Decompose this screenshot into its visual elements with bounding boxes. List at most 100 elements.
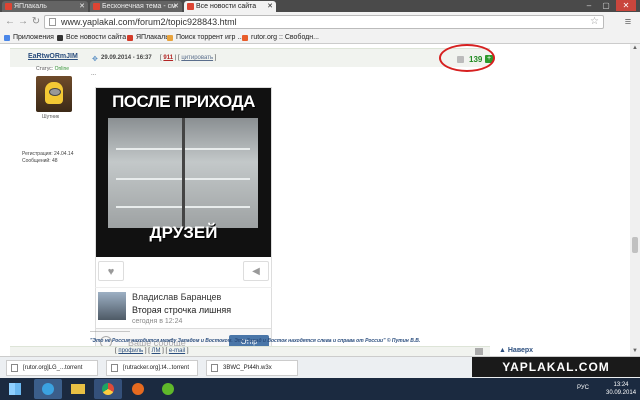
yaplakal-favicon [93, 3, 100, 10]
quote-link[interactable]: цитировать [181, 55, 213, 61]
file-icon [11, 364, 18, 372]
page-icon [49, 18, 56, 26]
taskbar-explorer[interactable] [64, 379, 92, 399]
file-icon [111, 364, 118, 372]
tab-close-icon[interactable]: ✕ [79, 1, 85, 12]
news-icon [57, 35, 63, 41]
maximize-icon[interactable]: ▢ [599, 0, 613, 11]
footer-links: [ профиль ] [ ЛМ ] [ e-mail ] [115, 348, 189, 354]
message-count: Сообщений: 48 [22, 158, 58, 164]
bookmark-star-icon[interactable]: ☆ [590, 16, 599, 28]
scroll-down-arrow-icon[interactable]: ▼ [630, 347, 640, 356]
download-item[interactable]: [rutor.org]LG_...torrent [6, 360, 98, 376]
taskbar-firefox[interactable] [124, 379, 152, 399]
minimize-icon[interactable]: – [582, 0, 596, 11]
forward-icon[interactable]: → [17, 16, 29, 28]
signature-quote: "Это не Россия находится между Западом и… [90, 338, 421, 344]
tab-title: Все новости сайта [196, 3, 257, 10]
bookmark-torrent-search[interactable]: Поиск торрент игр ... [167, 32, 243, 44]
minion-goggle [49, 88, 61, 96]
user-rank: Шутник [42, 114, 60, 120]
tab-title: Бесконечная тема - см [102, 3, 176, 10]
profile-link[interactable]: профиль [118, 348, 143, 354]
post-author-link[interactable]: EaRtwORmJIM [28, 53, 78, 60]
tab-strip: ЯПлакаль ✕ Бесконечная тема - см ✕ Все н… [0, 0, 640, 12]
start-button[interactable] [0, 378, 30, 400]
yaplakal-favicon [127, 35, 133, 41]
user-status: Статус: Online [36, 66, 69, 72]
to-top-label[interactable]: Наверх [508, 347, 533, 354]
to-top-link[interactable]: ▲ Наверх [499, 347, 533, 354]
meme-top-text: ПОСЛЕ ПРИХОДА [112, 92, 255, 111]
post-ellipsis: ... [91, 71, 97, 77]
bookmark-label: rutor.org :: Свободн... [251, 34, 319, 41]
address-bar[interactable]: www.yaplakal.com/forum2/topic928843.html… [44, 15, 604, 29]
download-name: 3BWC_Pt44h.w3x [223, 365, 272, 371]
ie-icon [42, 383, 54, 395]
file-icon [211, 364, 218, 372]
commenter-avatar[interactable] [98, 292, 126, 320]
scroll-top-icon[interactable] [475, 348, 483, 355]
bookmark-rutor[interactable]: rutor.org :: Свободн... [242, 32, 319, 44]
window-controls: – ▢ ✕ [582, 0, 636, 12]
bookmark-yaplakal[interactable]: ЯПлакаль [127, 32, 169, 44]
taskbar-utorrent[interactable] [154, 379, 182, 399]
back-icon[interactable]: ← [4, 16, 16, 28]
tab-infinite-topic[interactable]: Бесконечная тема - см ✕ [90, 1, 182, 12]
tab-close-icon[interactable]: ✕ [173, 1, 179, 12]
browser-toolbar: ← → ↻ www.yaplakal.com/forum2/topic92884… [0, 12, 640, 32]
taskbar-ie[interactable] [34, 379, 62, 399]
menu-icon[interactable]: ≡ [622, 16, 634, 28]
clock-time: 13:24 [613, 382, 629, 388]
meme-actions: ♥ ◀ [95, 257, 272, 287]
bookmark-label: Приложения [13, 34, 54, 41]
signature-separator: -------------------- [90, 329, 130, 335]
heart-icon[interactable]: ♥ [98, 261, 124, 281]
page-scrollbar[interactable]: ▲ ▼ [630, 44, 640, 356]
tab-title: ЯПлакаль [14, 3, 47, 10]
email-link[interactable]: e-mail [169, 348, 185, 354]
scroll-up-arrow-icon[interactable]: ▲ [630, 44, 640, 53]
post-meta: ✥ 29.09.2014 - 16:37 [ 911 | [ цитироват… [92, 55, 217, 63]
chrome-icon [102, 383, 114, 395]
commenter-name[interactable]: Владислав Баранцев [132, 292, 221, 302]
apps-grid-icon [4, 35, 10, 41]
user-stats: Регистрация: 24.04.14 Сообщений: 48 [22, 151, 73, 165]
bookmark-label: Поиск торрент игр ... [176, 34, 244, 41]
bookmark-label: ЯПлакаль [136, 34, 169, 41]
post-header: EaRtwORmJIM ✥ 29.09.2014 - 16:37 [ 911 |… [10, 48, 493, 67]
post-link-icon[interactable]: ✥ [92, 55, 98, 63]
megaphone-icon[interactable]: ◀ [243, 261, 269, 281]
torrent-icon [167, 35, 173, 41]
meme-bottom-text: ДРУЗЕЙ [149, 223, 218, 242]
tab-close-icon[interactable]: ✕ [267, 1, 273, 12]
scroll-thumb[interactable] [632, 237, 638, 253]
tab-all-news[interactable]: Все новости сайта ✕ [184, 1, 276, 12]
reload-icon[interactable]: ↻ [30, 16, 42, 28]
language-indicator[interactable]: РУС [577, 385, 589, 391]
bookmark-apps[interactable]: Приложения [4, 32, 54, 44]
status-label: Статус: [36, 66, 54, 72]
windows-logo-icon [9, 383, 21, 395]
post-footer: [ профиль ] [ ЛМ ] [ e-mail ] [10, 346, 490, 356]
download-item[interactable]: [rutracker.org].t4...torrent [106, 360, 198, 376]
url-text: www.yaplakal.com/forum2/topic928843.html [61, 17, 237, 27]
close-window-icon[interactable]: ✕ [616, 0, 636, 11]
yaplakal-favicon [187, 3, 194, 10]
download-item[interactable]: 3BWC_Pt44h.w3x [206, 360, 298, 376]
bookmark-all-news[interactable]: Все новости сайта [57, 32, 126, 44]
system-tray: РУС 13:24 30.09.2014 [520, 378, 640, 400]
clock[interactable]: 13:24 30.09.2014 [606, 381, 636, 397]
avatar[interactable] [36, 76, 72, 112]
clock-date: 30.09.2014 [606, 390, 637, 396]
tab-yaplakal[interactable]: ЯПлакаль ✕ [2, 1, 88, 12]
page-content: EaRtwORmJIM ✥ 29.09.2014 - 16:37 [ 911 |… [0, 44, 630, 356]
bookmarks-bar: Приложения Все новости сайта ЯПлакаль По… [0, 32, 640, 44]
comment-time: сегодня в 12:24 [132, 318, 183, 325]
red-highlight-circle [439, 44, 495, 72]
post-number-link[interactable]: 911 [163, 55, 173, 61]
comment-text: Вторая строчка лишняя [132, 305, 232, 315]
taskbar-chrome[interactable] [94, 379, 122, 399]
pm-link[interactable]: ЛМ [152, 348, 161, 354]
utorrent-icon [162, 383, 174, 395]
